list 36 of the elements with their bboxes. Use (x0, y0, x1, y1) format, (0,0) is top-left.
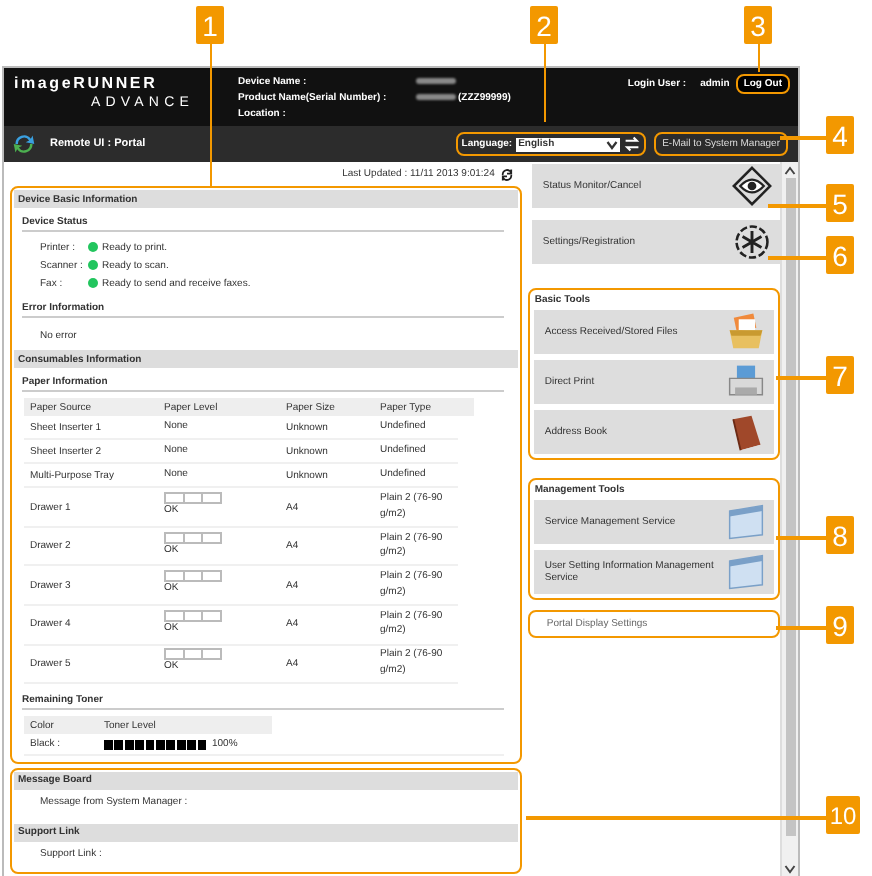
paper-gauge (164, 570, 222, 583)
leader-line (776, 626, 826, 629)
switch-icon[interactable] (624, 136, 641, 152)
callout-number: 7 (826, 356, 854, 394)
portal-icon (12, 132, 36, 156)
refresh-icon[interactable] (500, 167, 515, 181)
callout-number: 4 (826, 116, 854, 154)
leader-line (768, 256, 826, 259)
eye-icon (732, 166, 773, 206)
paper-gauge (164, 531, 222, 544)
leader-line (780, 136, 826, 139)
leader-line (757, 44, 760, 72)
gear-icon (732, 222, 773, 262)
callout-number: 10 (826, 796, 860, 834)
paper-gauge (164, 609, 222, 622)
scroll-thumb[interactable] (785, 178, 796, 836)
scroll-down-icon[interactable] (784, 863, 797, 873)
callout-number: 8 (826, 516, 854, 554)
window-icon (726, 502, 767, 542)
scrollbar[interactable] (780, 162, 798, 876)
leader-line (768, 204, 826, 207)
leader-line (543, 44, 546, 122)
callout-number: 9 (826, 606, 854, 644)
logo-text: imageRUNNER (14, 74, 160, 92)
callout-number: 1 (196, 6, 224, 44)
scroll-up-icon[interactable] (784, 165, 797, 175)
callout-number: 5 (826, 184, 854, 222)
callout-number: 3 (744, 6, 772, 44)
caret-icon (606, 139, 619, 149)
callout-number: 2 (530, 6, 558, 44)
window-icon (726, 552, 767, 592)
book-icon (726, 412, 767, 452)
file-box-icon (726, 312, 767, 352)
callout-number: 6 (826, 236, 854, 274)
paper-gauge (164, 492, 222, 505)
paper-gauge (164, 648, 222, 661)
